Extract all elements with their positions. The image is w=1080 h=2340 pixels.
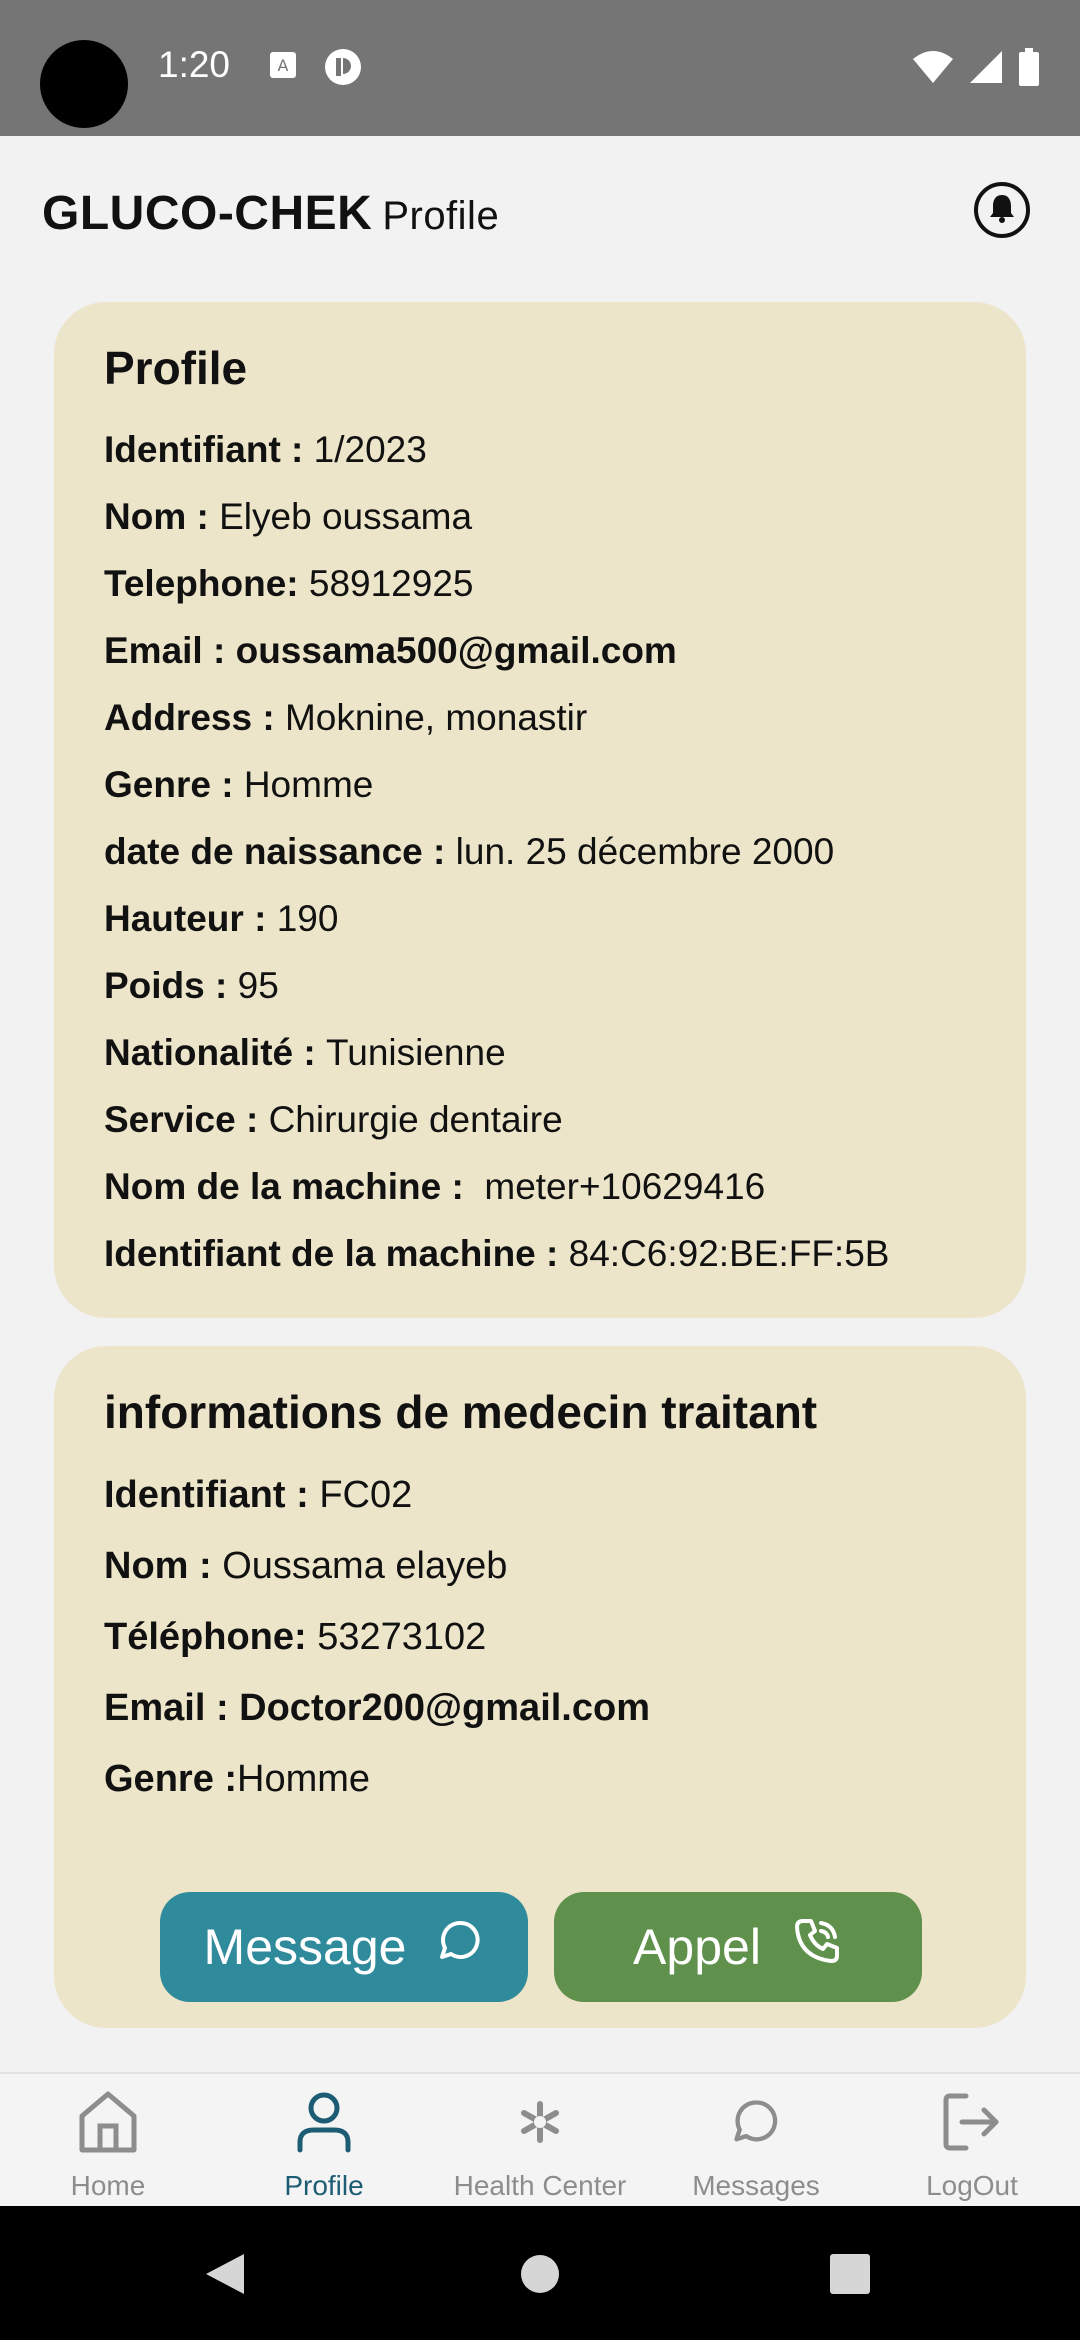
message-button[interactable]: Message xyxy=(160,1892,528,2002)
row-value: Moknine, monastir xyxy=(284,697,588,738)
wifi-icon xyxy=(912,49,954,90)
row-label: Poids : xyxy=(104,965,238,1006)
profile-row-birthdate: date de naissance : lun. 25 décembre 200… xyxy=(104,818,976,885)
page-title: GLUCO-CHEK Profile xyxy=(42,186,499,241)
profile-row-address: Address : Moknine, monastir xyxy=(104,684,976,751)
row-label: Service : xyxy=(104,1099,269,1140)
row-label: Nom : xyxy=(104,496,220,537)
row-value: Homme xyxy=(237,1758,371,1800)
row-label: Hauteur : xyxy=(104,898,277,939)
bottom-navigation: Home Profile Health Center Messages LogO… xyxy=(0,2072,1080,2208)
brand-name: GLUCO-CHEK xyxy=(42,187,373,240)
row-value: 58912925 xyxy=(308,563,474,604)
home-icon xyxy=(8,2086,208,2158)
chat-icon xyxy=(436,1917,484,1977)
row-label: Email : xyxy=(104,1687,240,1729)
doctor-row-telephone: Téléphone: 53273102 xyxy=(104,1602,976,1673)
profile-row-email: Email : oussama500@gmail.com xyxy=(104,617,976,684)
status-time: 1:20 xyxy=(158,44,231,85)
status-bar: 1:20 A xyxy=(0,0,1080,136)
row-label: Identifiant : xyxy=(104,429,314,470)
nav-item-profile[interactable]: Profile xyxy=(224,2086,424,2202)
row-value: 1/2023 xyxy=(313,429,427,470)
profile-row-poids: Poids : 95 xyxy=(104,952,976,1019)
row-label: Téléphone: xyxy=(104,1616,318,1658)
profile-row-nationalite: Nationalité : Tunisienne xyxy=(104,1019,976,1086)
row-value: Homme xyxy=(243,764,374,805)
row-label: Nom de la machine : xyxy=(104,1166,475,1207)
system-navigation-bar xyxy=(0,2206,1080,2340)
profile-row-service: Service : Chirurgie dentaire xyxy=(104,1086,976,1153)
app-header: GLUCO-CHEK Profile xyxy=(0,136,1080,296)
nav-item-health-center[interactable]: Health Center xyxy=(440,2086,640,2202)
row-value: FC02 xyxy=(319,1474,413,1516)
nav-label-logout: LogOut xyxy=(926,2170,1018,2201)
profile-card-title: Profile xyxy=(104,342,248,394)
row-value: 190 xyxy=(276,898,339,939)
profile-row-nom: Nom : Elyeb oussama xyxy=(104,483,976,550)
nav-label-profile: Profile xyxy=(284,2170,364,2201)
row-value: 53273102 xyxy=(317,1616,487,1658)
row-value: oussama500@gmail.com xyxy=(235,630,677,671)
nav-label-health-center: Health Center xyxy=(453,2170,627,2201)
signal-icon xyxy=(968,49,1004,90)
row-label: Nationalité : xyxy=(104,1032,327,1073)
medical-icon xyxy=(440,2086,640,2158)
nav-item-messages[interactable]: Messages xyxy=(656,2086,856,2202)
logout-icon xyxy=(872,2086,1072,2158)
row-label: date de naissance : xyxy=(104,831,456,872)
row-label: Address : xyxy=(104,697,285,738)
row-value: meter+10629416 xyxy=(474,1166,766,1207)
row-label: Telephone: xyxy=(104,563,309,604)
row-label: Genre : xyxy=(104,1758,238,1800)
row-value: 84:C6:92:BE:FF:5B xyxy=(568,1233,890,1274)
doctor-row-email: Email : Doctor200@gmail.com xyxy=(104,1673,976,1744)
chat-icon xyxy=(656,2086,856,2158)
doctor-row-genre: Genre :Homme xyxy=(104,1744,976,1815)
back-icon[interactable] xyxy=(204,2252,246,2301)
row-value: Doctor200@gmail.com xyxy=(239,1687,650,1729)
row-label: Nom : xyxy=(104,1545,223,1587)
row-value: 95 xyxy=(237,965,279,1006)
battery-icon xyxy=(1018,48,1040,91)
home-circle-icon[interactable] xyxy=(520,2254,560,2299)
notifications-button[interactable] xyxy=(974,182,1030,238)
profile-row-machine-name: Nom de la machine : meter+10629416 xyxy=(104,1153,976,1220)
profile-row-genre: Genre : Homme xyxy=(104,751,976,818)
bell-icon xyxy=(985,191,1019,230)
row-value: Elyeb oussama xyxy=(219,496,473,537)
svg-text:A: A xyxy=(278,56,289,75)
row-label: Genre : xyxy=(104,764,244,805)
row-value: Tunisienne xyxy=(326,1032,506,1073)
nav-label-messages: Messages xyxy=(692,2170,820,2201)
camera-cutout xyxy=(40,40,128,128)
profile-row-machine-id: Identifiant de la machine : 84:C6:92:BE:… xyxy=(104,1220,976,1287)
nav-item-logout[interactable]: LogOut xyxy=(872,2086,1072,2202)
row-value: Oussama elayeb xyxy=(222,1545,508,1587)
phone-icon xyxy=(791,1915,843,1979)
app-notification-icon xyxy=(324,48,362,91)
profile-row-identifiant: Identifiant : 1/2023 xyxy=(104,416,976,483)
profile-card: Profile Identifiant : 1/2023 Nom : Elyeb… xyxy=(54,302,1026,1318)
page-subtitle: Profile xyxy=(382,194,500,238)
call-button-label: Appel xyxy=(633,1919,761,1975)
keyboard-notification-icon: A xyxy=(268,50,298,85)
row-label: Identifiant : xyxy=(104,1474,320,1516)
nav-item-home[interactable]: Home xyxy=(8,2086,208,2202)
doctor-card-title: informations de medecin traitant xyxy=(104,1386,818,1438)
doctor-row-identifiant: Identifiant : FC02 xyxy=(104,1460,976,1531)
person-icon xyxy=(224,2086,424,2158)
nav-label-home: Home xyxy=(70,2170,146,2201)
recents-icon[interactable] xyxy=(830,2254,870,2299)
profile-row-hauteur: Hauteur : 190 xyxy=(104,885,976,952)
row-label: Email : xyxy=(104,630,236,671)
call-button[interactable]: Appel xyxy=(554,1892,922,2002)
row-value: lun. 25 décembre 2000 xyxy=(455,831,835,872)
profile-row-telephone: Telephone: 58912925 xyxy=(104,550,976,617)
row-value: Chirurgie dentaire xyxy=(268,1099,563,1140)
row-label: Identifiant de la machine : xyxy=(104,1233,569,1274)
message-button-label: Message xyxy=(203,1919,407,1975)
doctor-row-nom: Nom : Oussama elayeb xyxy=(104,1531,976,1602)
